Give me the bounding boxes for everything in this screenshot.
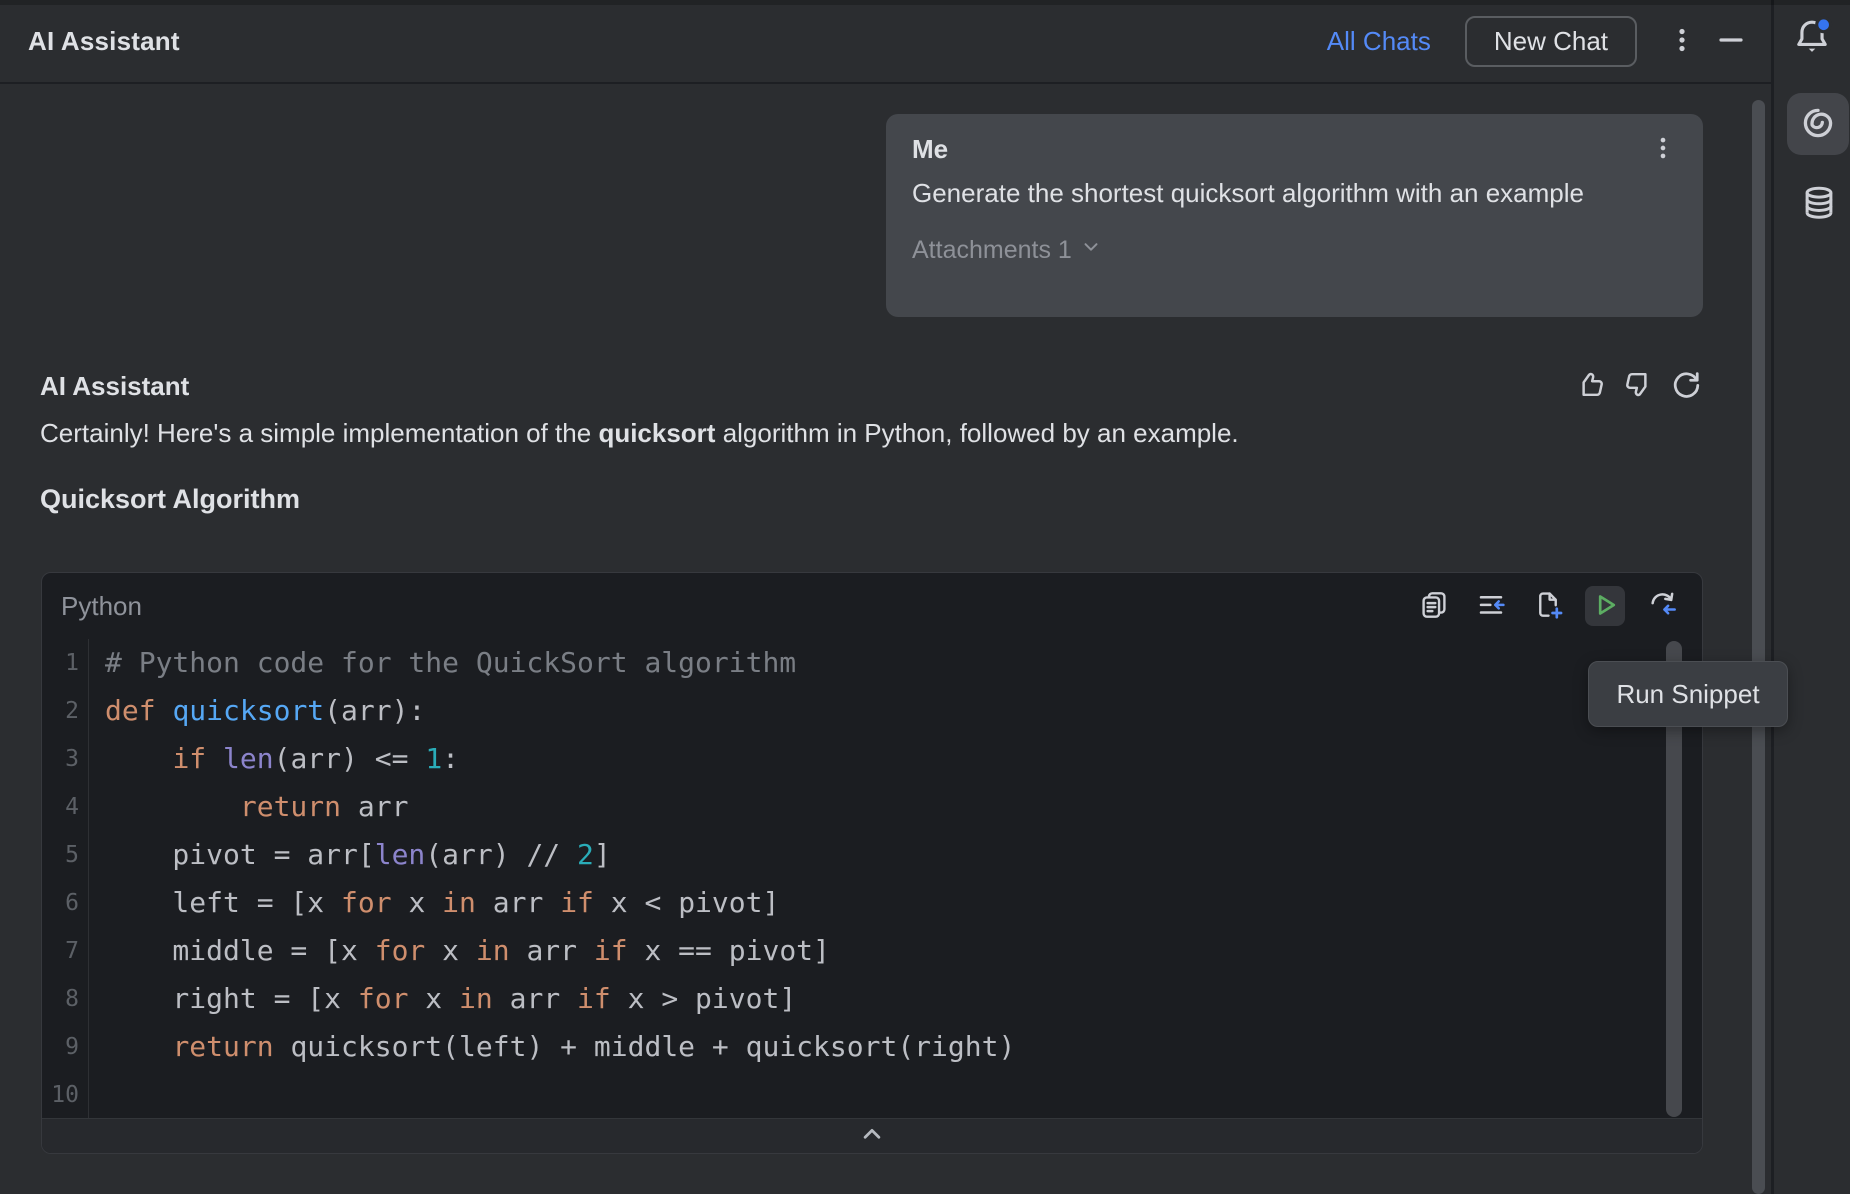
code-line: 9 return quicksort(left) + middle + quic… bbox=[42, 1023, 1702, 1071]
copy-code-button[interactable] bbox=[1414, 586, 1454, 626]
line-number: 6 bbox=[42, 879, 89, 927]
code-language-label: Python bbox=[61, 591, 142, 622]
run-snippet-button[interactable] bbox=[1585, 586, 1625, 626]
attachments-label: Attachments 1 bbox=[912, 236, 1072, 265]
code-line: 1# Python code for the QuickSort algorit… bbox=[42, 639, 1702, 687]
collapse-code-button[interactable] bbox=[42, 1118, 1702, 1153]
code-line-content: pivot = arr[len(arr) // 2] bbox=[89, 831, 611, 879]
line-number: 4 bbox=[42, 783, 89, 831]
toolbar-header: AI Assistant All Chats New Chat bbox=[0, 0, 1771, 84]
code-line: 7 middle = [x for x in arr if x == pivot… bbox=[42, 927, 1702, 975]
code-line-content: # Python code for the QuickSort algorith… bbox=[89, 639, 796, 687]
ai-assistant-panel: AI Assistant All Chats New Chat Me Gener… bbox=[0, 0, 1850, 1194]
notifications-button[interactable] bbox=[1788, 14, 1836, 62]
line-number: 2 bbox=[42, 687, 89, 735]
user-message-text: Generate the shortest quicksort algorith… bbox=[912, 176, 1677, 210]
ai-assistant-swirl-icon bbox=[1800, 105, 1836, 144]
new-chat-button[interactable]: New Chat bbox=[1465, 16, 1637, 67]
code-line-content: if len(arr) <= 1: bbox=[89, 735, 459, 783]
copy-icon bbox=[1418, 589, 1450, 624]
thumbs-down-icon bbox=[1622, 368, 1655, 404]
run-play-icon bbox=[1589, 589, 1621, 624]
regenerate-button[interactable] bbox=[1670, 368, 1703, 404]
line-number: 5 bbox=[42, 831, 89, 879]
code-block-header: Python bbox=[42, 573, 1702, 639]
code-lines: 1# Python code for the QuickSort algorit… bbox=[42, 639, 1702, 1119]
assistant-name: AI Assistant bbox=[40, 371, 189, 402]
minimize-icon bbox=[1715, 24, 1747, 59]
reply-prefix: Certainly! Here's a simple implementatio… bbox=[40, 418, 598, 448]
bell-icon bbox=[1790, 15, 1834, 62]
code-line-content: return arr bbox=[89, 783, 408, 831]
user-name: Me bbox=[912, 134, 948, 165]
code-line: 5 pivot = arr[len(arr) // 2] bbox=[42, 831, 1702, 879]
message-more-button[interactable] bbox=[1649, 134, 1677, 165]
code-line-content: right = [x for x in arr if x > pivot] bbox=[89, 975, 796, 1023]
line-number: 1 bbox=[42, 639, 89, 687]
more-vertical-icon bbox=[1667, 25, 1697, 58]
line-number: 9 bbox=[42, 1023, 89, 1071]
database-tool-button[interactable] bbox=[1791, 176, 1847, 232]
assistant-message-header: AI Assistant bbox=[40, 368, 1703, 404]
chevron-up-icon bbox=[857, 1119, 887, 1154]
code-line-content: def quicksort(arr): bbox=[89, 687, 425, 735]
code-line-content: left = [x for x in arr if x < pivot] bbox=[89, 879, 779, 927]
new-file-from-snippet-button[interactable] bbox=[1528, 586, 1568, 626]
code-line: 8 right = [x for x in arr if x > pivot] bbox=[42, 975, 1702, 1023]
assistant-reply-text: Certainly! Here's a simple implementatio… bbox=[40, 416, 1703, 450]
chevron-down-icon bbox=[1079, 235, 1103, 266]
reply-suffix: algorithm in Python, followed by an exam… bbox=[715, 418, 1238, 448]
panel-title: AI Assistant bbox=[28, 26, 180, 57]
code-line-content bbox=[89, 1071, 105, 1119]
code-line-content: middle = [x for x in arr if x == pivot] bbox=[89, 927, 830, 975]
ai-assistant-tool-button[interactable] bbox=[1787, 93, 1849, 155]
code-line-content: return quicksort(left) + middle + quicks… bbox=[89, 1023, 1015, 1071]
thumbs-up-button[interactable] bbox=[1574, 368, 1607, 404]
insert-at-caret-button[interactable] bbox=[1471, 586, 1511, 626]
database-icon bbox=[1800, 184, 1838, 225]
code-block: Python bbox=[41, 572, 1703, 1154]
thumbs-up-icon bbox=[1574, 368, 1607, 404]
code-line: 3 if len(arr) <= 1: bbox=[42, 735, 1702, 783]
chat-scrollbar-thumb[interactable] bbox=[1752, 100, 1765, 1194]
regenerate-icon bbox=[1670, 368, 1703, 404]
right-toolbar bbox=[1774, 0, 1850, 1194]
more-options-button[interactable] bbox=[1667, 25, 1697, 58]
run-snippet-tooltip: Run Snippet bbox=[1588, 661, 1788, 727]
line-number: 3 bbox=[42, 735, 89, 783]
window-top-edge bbox=[0, 0, 1850, 5]
all-chats-link[interactable]: All Chats bbox=[1327, 26, 1431, 57]
replace-selection-button[interactable] bbox=[1642, 586, 1682, 626]
code-line: 6 left = [x for x in arr if x < pivot] bbox=[42, 879, 1702, 927]
new-file-plus-icon bbox=[1532, 589, 1564, 624]
replace-selection-icon bbox=[1646, 589, 1678, 624]
line-number: 8 bbox=[42, 975, 89, 1023]
thumbs-down-button[interactable] bbox=[1622, 368, 1655, 404]
section-heading: Quicksort Algorithm bbox=[40, 484, 300, 515]
code-line: 10 bbox=[42, 1071, 1702, 1119]
insert-at-caret-icon bbox=[1475, 589, 1507, 624]
line-number: 10 bbox=[42, 1071, 89, 1119]
reply-emphasis: quicksort bbox=[598, 418, 715, 448]
more-vertical-icon bbox=[1649, 134, 1677, 165]
line-number: 7 bbox=[42, 927, 89, 975]
minimize-button[interactable] bbox=[1715, 24, 1747, 59]
code-line: 2def quicksort(arr): bbox=[42, 687, 1702, 735]
user-message-card: Me Generate the shortest quicksort algor… bbox=[886, 114, 1703, 317]
code-line: 4 return arr bbox=[42, 783, 1702, 831]
attachments-toggle[interactable]: Attachments 1 bbox=[912, 235, 1103, 266]
